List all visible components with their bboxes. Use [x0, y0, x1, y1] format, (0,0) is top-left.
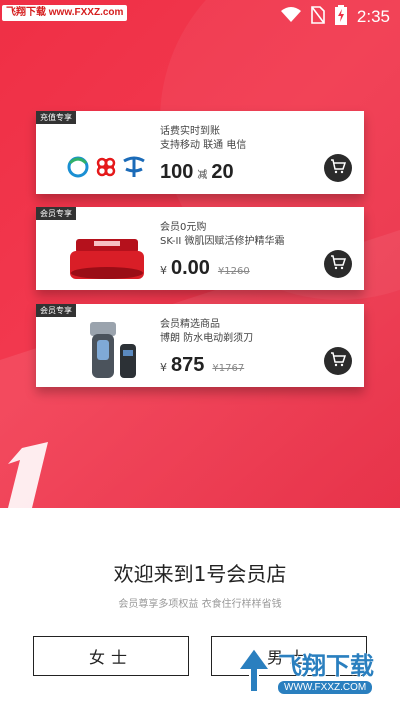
price-main: 0.00 [171, 257, 210, 279]
product-image-shaver [50, 318, 160, 380]
card-subtitle: 支持移动 联通 电信 [160, 140, 247, 151]
old-price: ¥1260 [217, 266, 250, 277]
wifi-icon [280, 7, 301, 27]
cart-button[interactable] [324, 347, 352, 375]
currency-symbol: ¥ [160, 361, 167, 374]
welcome-title: 欢迎来到1号会员店 [113, 562, 287, 586]
battery-charging-icon [334, 5, 347, 29]
watermark-top: 飞翔下载 www.FXXZ.com [2, 5, 128, 21]
carrier-logos [50, 125, 160, 187]
watermark-text: 飞翔下载 [278, 652, 374, 680]
brand-one-logo [2, 440, 62, 508]
cart-icon [330, 351, 347, 371]
badge: 充值专享 [36, 111, 76, 124]
china-mobile-logo [67, 156, 89, 178]
clock: 2:35 [356, 7, 390, 26]
member-zero-card[interactable]: 会员专享 会员0元购 SK-II 微肌因赋活修护精华霜 ¥ 0.00 ¥1260 [36, 207, 364, 290]
member-select-card[interactable]: 会员专享 会员精选商品 博朗 防水电动剃须刀 ¥ 875 ¥1767 [36, 304, 364, 387]
china-telecom-logo [123, 156, 145, 177]
card-title: 会员0元购 [160, 222, 207, 233]
price-connector: 减 [197, 170, 208, 181]
no-sim-icon [311, 6, 325, 28]
price-discount: 20 [211, 161, 234, 183]
cart-button[interactable] [324, 250, 352, 278]
china-unicom-logo [96, 157, 116, 177]
watermark-url: WWW.FXXZ.COM [278, 681, 373, 694]
product-image-cream [50, 221, 160, 283]
card-title: 会员精选商品 [160, 319, 220, 330]
old-price: ¥1767 [212, 363, 245, 374]
price-main: 875 [171, 354, 205, 376]
cart-icon [330, 158, 347, 178]
status-bar: 飞翔下载 www.FXXZ.com 2:35 [0, 0, 400, 34]
watermark-bottom: 飞翔下载 WWW.FXXZ.COM [234, 640, 394, 702]
card-title: 话费实时到账 [160, 126, 220, 137]
badge: 会员专享 [36, 207, 76, 220]
currency-symbol: ¥ [160, 264, 167, 277]
cart-icon [330, 254, 347, 274]
card-subtitle: 博朗 防水电动剃须刀 [160, 333, 254, 344]
badge: 会员专享 [36, 304, 76, 317]
cart-button[interactable] [324, 154, 352, 182]
welcome-subtitle: 会员尊享多项权益 衣食住行样样省钱 [118, 599, 282, 610]
card-subtitle: SK-II 微肌因赋活修护精华霜 [160, 236, 285, 247]
price-main: 100 [160, 161, 194, 183]
female-button[interactable]: 女士 [33, 636, 189, 676]
recharge-card[interactable]: 充值专享 话费实时到账 支持移动 联通 电信 100 减 20 [36, 111, 364, 194]
